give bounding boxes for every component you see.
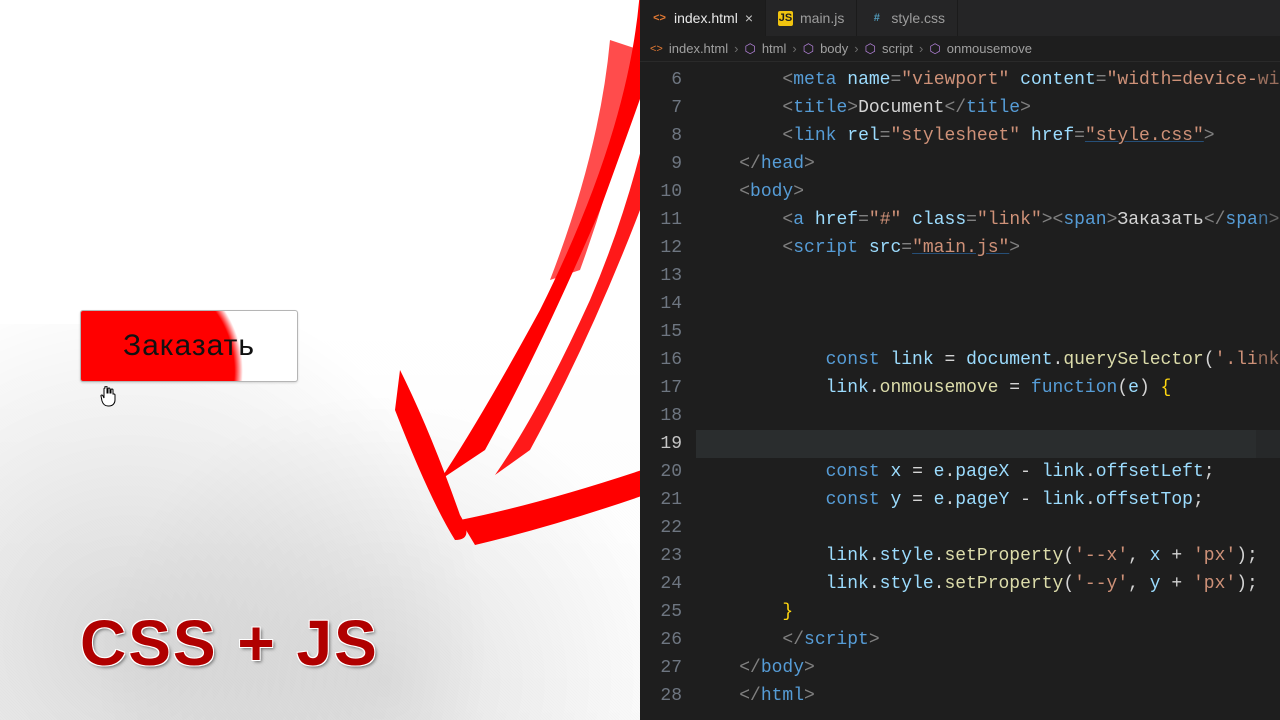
symbol-icon: ⬡ — [929, 41, 940, 57]
code-line[interactable]: link.onmousemove = function(e) { — [696, 374, 1280, 402]
tab-main-js[interactable]: JS main.js — [766, 0, 857, 36]
code-lines[interactable]: <meta name="viewport" content="width=dev… — [696, 62, 1280, 720]
code-line[interactable]: const x = e.pageX - link.offsetLeft; — [696, 458, 1280, 486]
chevron-right-icon: › — [919, 41, 923, 56]
minimap[interactable] — [1256, 62, 1280, 720]
code-line[interactable]: </body> — [696, 654, 1280, 682]
editor-tabs: <> index.html × JS main.js # style.css — [640, 0, 1280, 36]
symbol-icon: ⬡ — [803, 41, 814, 57]
code-line[interactable] — [696, 290, 1280, 318]
code-line[interactable] — [696, 402, 1280, 430]
breadcrumb-item[interactable]: onmousemove — [947, 41, 1032, 56]
chevron-right-icon: › — [792, 41, 796, 56]
code-line[interactable]: const y = e.pageY - link.offsetTop; — [696, 486, 1280, 514]
tab-index-html[interactable]: <> index.html × — [640, 0, 766, 36]
order-button[interactable]: Заказать — [80, 310, 298, 382]
code-line[interactable] — [696, 318, 1280, 346]
code-editor: <>index.html×JSmain.js#style.css <>index… — [640, 0, 1280, 720]
code-line[interactable]: <link rel="stylesheet" href="style.css"> — [696, 122, 1280, 150]
code-line[interactable]: const link = document.querySelector('.li… — [696, 346, 1280, 374]
chevron-right-icon: › — [734, 41, 738, 56]
tagline: CSS + JS — [80, 606, 379, 680]
code-line[interactable]: <script src="main.js"> — [696, 234, 1280, 262]
breadcrumb-item[interactable]: html — [762, 41, 787, 56]
tab-label: main.js — [800, 10, 844, 26]
code-line[interactable]: link.style.setProperty('--x', x + 'px'); — [696, 542, 1280, 570]
code-line[interactable] — [696, 262, 1280, 290]
code-line[interactable]: <meta name="viewport" content="width=dev… — [696, 66, 1280, 94]
tab-label: index.html — [674, 10, 738, 26]
breadcrumbs[interactable]: <> index.html › ⬡ html › ⬡ body › ⬡ script › ⬡ onmous… — [640, 36, 1280, 62]
symbol-icon: ⬡ — [744, 41, 755, 57]
code-line[interactable]: } — [696, 598, 1280, 626]
code-line[interactable]: </html> — [696, 682, 1280, 710]
code-line[interactable] — [696, 514, 1280, 542]
close-icon[interactable]: × — [745, 10, 753, 26]
code-line[interactable]: <title>Document</title> — [696, 94, 1280, 122]
html-file-icon: <> — [652, 11, 667, 26]
css-file-icon: # — [869, 11, 884, 26]
symbol-icon: ⬡ — [865, 41, 876, 57]
preview-pane: Заказать CSS + JS — [0, 0, 640, 720]
chevron-right-icon: › — [854, 41, 858, 56]
code-line[interactable]: link.style.setProperty('--y', y + 'px'); — [696, 570, 1280, 598]
code-line[interactable]: <a href="#" class="link"><span>Заказать<… — [696, 206, 1280, 234]
breadcrumb-item[interactable]: body — [820, 41, 848, 56]
code-area[interactable]: 6789101112131415161718192021222324252627… — [640, 62, 1280, 720]
html-file-icon: <> — [650, 43, 663, 55]
tab-style-css[interactable]: # style.css — [857, 0, 958, 36]
code-line[interactable]: </head> — [696, 150, 1280, 178]
breadcrumb-item[interactable]: index.html — [669, 41, 728, 56]
line-gutter: 6789101112131415161718192021222324252627… — [640, 62, 696, 720]
order-button-label: Заказать — [123, 329, 255, 363]
code-line[interactable]: <body> — [696, 178, 1280, 206]
tab-label: style.css — [891, 10, 945, 26]
breadcrumb-item[interactable]: script — [882, 41, 913, 56]
code-line[interactable]: </script> — [696, 626, 1280, 654]
js-file-icon: JS — [778, 11, 793, 26]
cursor-pointer-icon — [100, 386, 116, 408]
code-line[interactable] — [696, 430, 1280, 458]
